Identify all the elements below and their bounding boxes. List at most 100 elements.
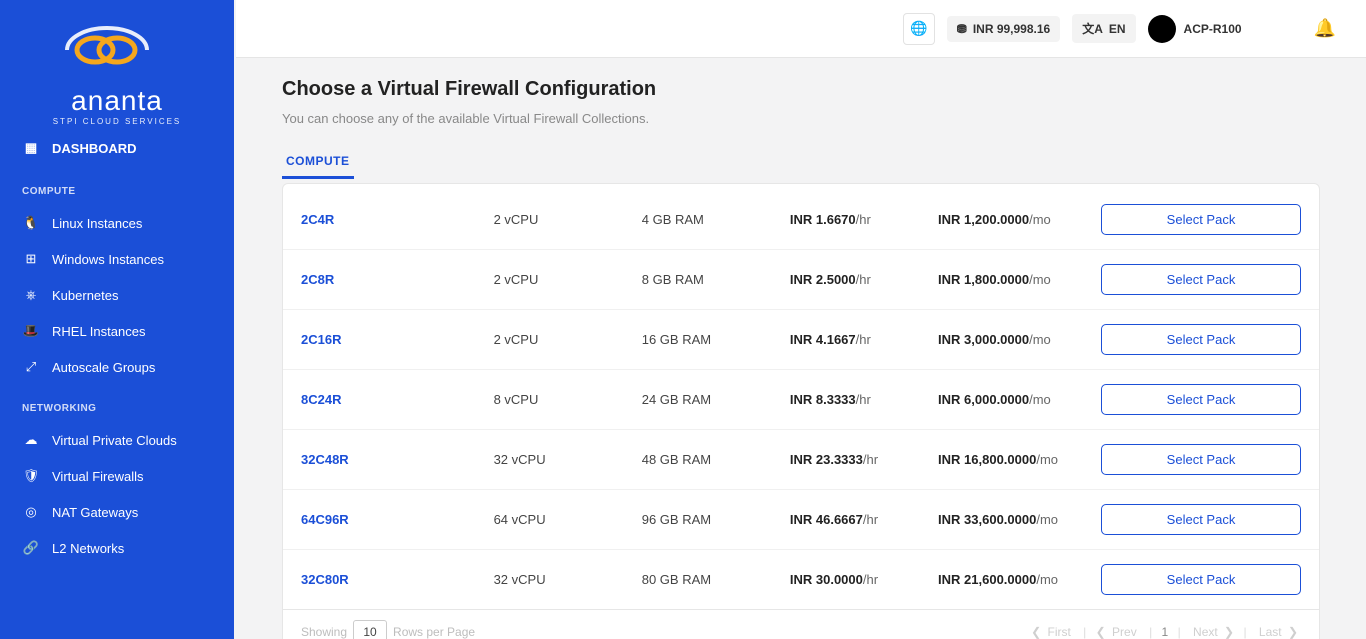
sidebar-section-title: NETWORKING (0, 385, 234, 422)
rows-per-page-input[interactable] (353, 620, 387, 639)
pager-first[interactable]: ❮ First (1028, 625, 1077, 639)
tabs: COMPUTE (282, 146, 1320, 179)
sidebar-item[interactable]: ☁ Virtual Private Clouds (0, 422, 234, 458)
username: ACP-R100 (1184, 22, 1242, 36)
plan-price-hr: INR 8.3333/hr (790, 392, 938, 407)
brand-name: ananta (20, 85, 214, 117)
plan-price-mo: INR 33,600.0000/mo (938, 512, 1101, 527)
firewall-icon: 🛡 (22, 468, 40, 484)
pager-page: 1 (1159, 625, 1172, 639)
plan-price-mo: INR 3,000.0000/mo (938, 332, 1101, 347)
sidebar-item-label: Virtual Private Clouds (52, 433, 177, 448)
select-pack-button[interactable]: Select Pack (1101, 384, 1301, 415)
sidebar-item[interactable]: 🎩 RHEL Instances (0, 313, 234, 349)
plan-price-mo: INR 1,800.0000/mo (938, 272, 1101, 287)
select-pack-button[interactable]: Select Pack (1101, 324, 1301, 355)
plan-cpu: 2 vCPU (494, 212, 642, 227)
sidebar-section-title: COMPUTE (0, 168, 234, 205)
pager-showing-label: Showing (301, 625, 347, 639)
select-pack-button[interactable]: Select Pack (1101, 204, 1301, 235)
notifications-button[interactable]: 🔔 (1314, 18, 1336, 39)
sidebar-item-label: RHEL Instances (52, 324, 145, 339)
plan-cpu: 32 vCPU (494, 452, 642, 467)
linux-icon: 🐧 (22, 215, 40, 231)
plan-cpu: 8 vCPU (494, 392, 642, 407)
pager-next[interactable]: Next ❯ (1187, 625, 1237, 639)
pager-last[interactable]: Last ❯ (1253, 625, 1301, 639)
brand-logo: ananta STPI CLOUD SERVICES (0, 20, 234, 136)
logo-icon (47, 20, 187, 80)
plan-ram: 80 GB RAM (642, 572, 790, 587)
plan-price-mo: INR 21,600.0000/mo (938, 572, 1101, 587)
plan-price-mo: INR 16,800.0000/mo (938, 452, 1101, 467)
plan-cpu: 2 vCPU (494, 272, 642, 287)
sidebar-item[interactable]: 🐧Linux Instances (0, 205, 234, 241)
plan-price-mo: INR 1,200.0000/mo (938, 212, 1101, 227)
avatar (1148, 15, 1176, 43)
plan-row: 2C16R2 vCPU16 GB RAMINR 4.1667/hrINR 3,0… (283, 310, 1319, 370)
plan-ram: 4 GB RAM (642, 212, 790, 227)
bell-icon: 🔔 (1314, 18, 1336, 38)
plan-price-hr: INR 4.1667/hr (790, 332, 938, 347)
page-description: You can choose any of the available Virt… (282, 111, 1320, 126)
plan-cpu: 32 vCPU (494, 572, 642, 587)
balance-text: INR 99,998.16 (973, 22, 1050, 36)
plan-ram: 16 GB RAM (642, 332, 790, 347)
pager-prev[interactable]: ❮ Prev (1093, 625, 1143, 639)
language-chip[interactable]: 文A EN (1072, 14, 1135, 43)
sidebar: ananta STPI CLOUD SERVICES ▦ DASHBOARD C… (0, 0, 234, 639)
plan-row: 2C4R2 vCPU4 GB RAMINR 1.6670/hrINR 1,200… (283, 190, 1319, 250)
sidebar-item[interactable]: 🔗 L2 Networks (0, 530, 234, 566)
select-pack-button[interactable]: Select Pack (1101, 264, 1301, 295)
sidebar-item-label: DASHBOARD (52, 141, 137, 156)
sidebar-item-label: Autoscale Groups (52, 360, 155, 375)
rhel-icon: 🎩 (22, 323, 40, 339)
windows-icon: ⊞ (22, 251, 40, 267)
sidebar-item-label: L2 Networks (52, 541, 124, 556)
plan-cpu: 64 vCPU (494, 512, 642, 527)
select-pack-button[interactable]: Select Pack (1101, 564, 1301, 595)
plan-price-hr: INR 23.3333/hr (790, 452, 938, 467)
plan-name: 32C48R (301, 452, 494, 467)
brand-tagline: STPI CLOUD SERVICES (20, 117, 214, 126)
plan-name: 32C80R (301, 572, 494, 587)
translate-icon: 文A (1082, 20, 1103, 37)
plan-name: 2C8R (301, 272, 494, 287)
balance-chip[interactable]: ⛃ INR 99,998.16 (947, 16, 1060, 42)
sidebar-item-dashboard[interactable]: ▦ DASHBOARD (0, 136, 234, 168)
vpc-icon: ☁ (22, 432, 40, 448)
plans-card: 2C4R2 vCPU4 GB RAMINR 1.6670/hrINR 1,200… (282, 183, 1320, 639)
page-title: Choose a Virtual Firewall Configuration (282, 78, 1320, 101)
plan-name: 2C16R (301, 332, 494, 347)
sidebar-item[interactable]: 🛡 Virtual Firewalls (0, 458, 234, 494)
plan-name: 2C4R (301, 212, 494, 227)
nat-icon: ◎ (22, 504, 40, 520)
user-menu[interactable]: ACP-R100 (1148, 15, 1302, 43)
main-area: 🌐 ⛃ INR 99,998.16 文A EN ACP-R100 🔔 Choos… (236, 0, 1366, 639)
sidebar-item[interactable]: ⤢Autoscale Groups (0, 349, 234, 385)
sidebar-item[interactable]: ◎NAT Gateways (0, 494, 234, 530)
select-pack-button[interactable]: Select Pack (1101, 444, 1301, 475)
sidebar-item-label: Windows Instances (52, 252, 164, 267)
tab-compute[interactable]: COMPUTE (282, 146, 354, 179)
plan-ram: 24 GB RAM (642, 392, 790, 407)
content: Choose a Virtual Firewall Configuration … (236, 58, 1366, 639)
plan-price-hr: INR 2.5000/hr (790, 272, 938, 287)
sidebar-item[interactable]: ⊞ Windows Instances (0, 241, 234, 277)
pager-rows-label: Rows per Page (393, 625, 475, 639)
sidebar-item-label: Kubernetes (52, 288, 119, 303)
pager: Showing Rows per Page ❮ First | ❮ Prev |… (283, 610, 1319, 639)
plan-row: 32C48R32 vCPU48 GB RAMINR 23.3333/hrINR … (283, 430, 1319, 490)
globe-button[interactable]: 🌐 (903, 13, 935, 45)
select-pack-button[interactable]: Select Pack (1101, 504, 1301, 535)
sidebar-item-label: Virtual Firewalls (52, 469, 144, 484)
wallet-icon: ⛃ (957, 22, 967, 36)
plan-row: 8C24R8 vCPU24 GB RAMINR 8.3333/hrINR 6,0… (283, 370, 1319, 430)
plan-price-hr: INR 30.0000/hr (790, 572, 938, 587)
sidebar-item[interactable]: ⎈Kubernetes (0, 277, 234, 313)
plan-ram: 96 GB RAM (642, 512, 790, 527)
plan-price-hr: INR 46.6667/hr (790, 512, 938, 527)
l2-icon: 🔗 (22, 540, 40, 556)
dashboard-icon: ▦ (22, 140, 40, 156)
pager-nav: ❮ First | ❮ Prev | 1 | Next ❯ | Last ❯ (1028, 625, 1301, 639)
